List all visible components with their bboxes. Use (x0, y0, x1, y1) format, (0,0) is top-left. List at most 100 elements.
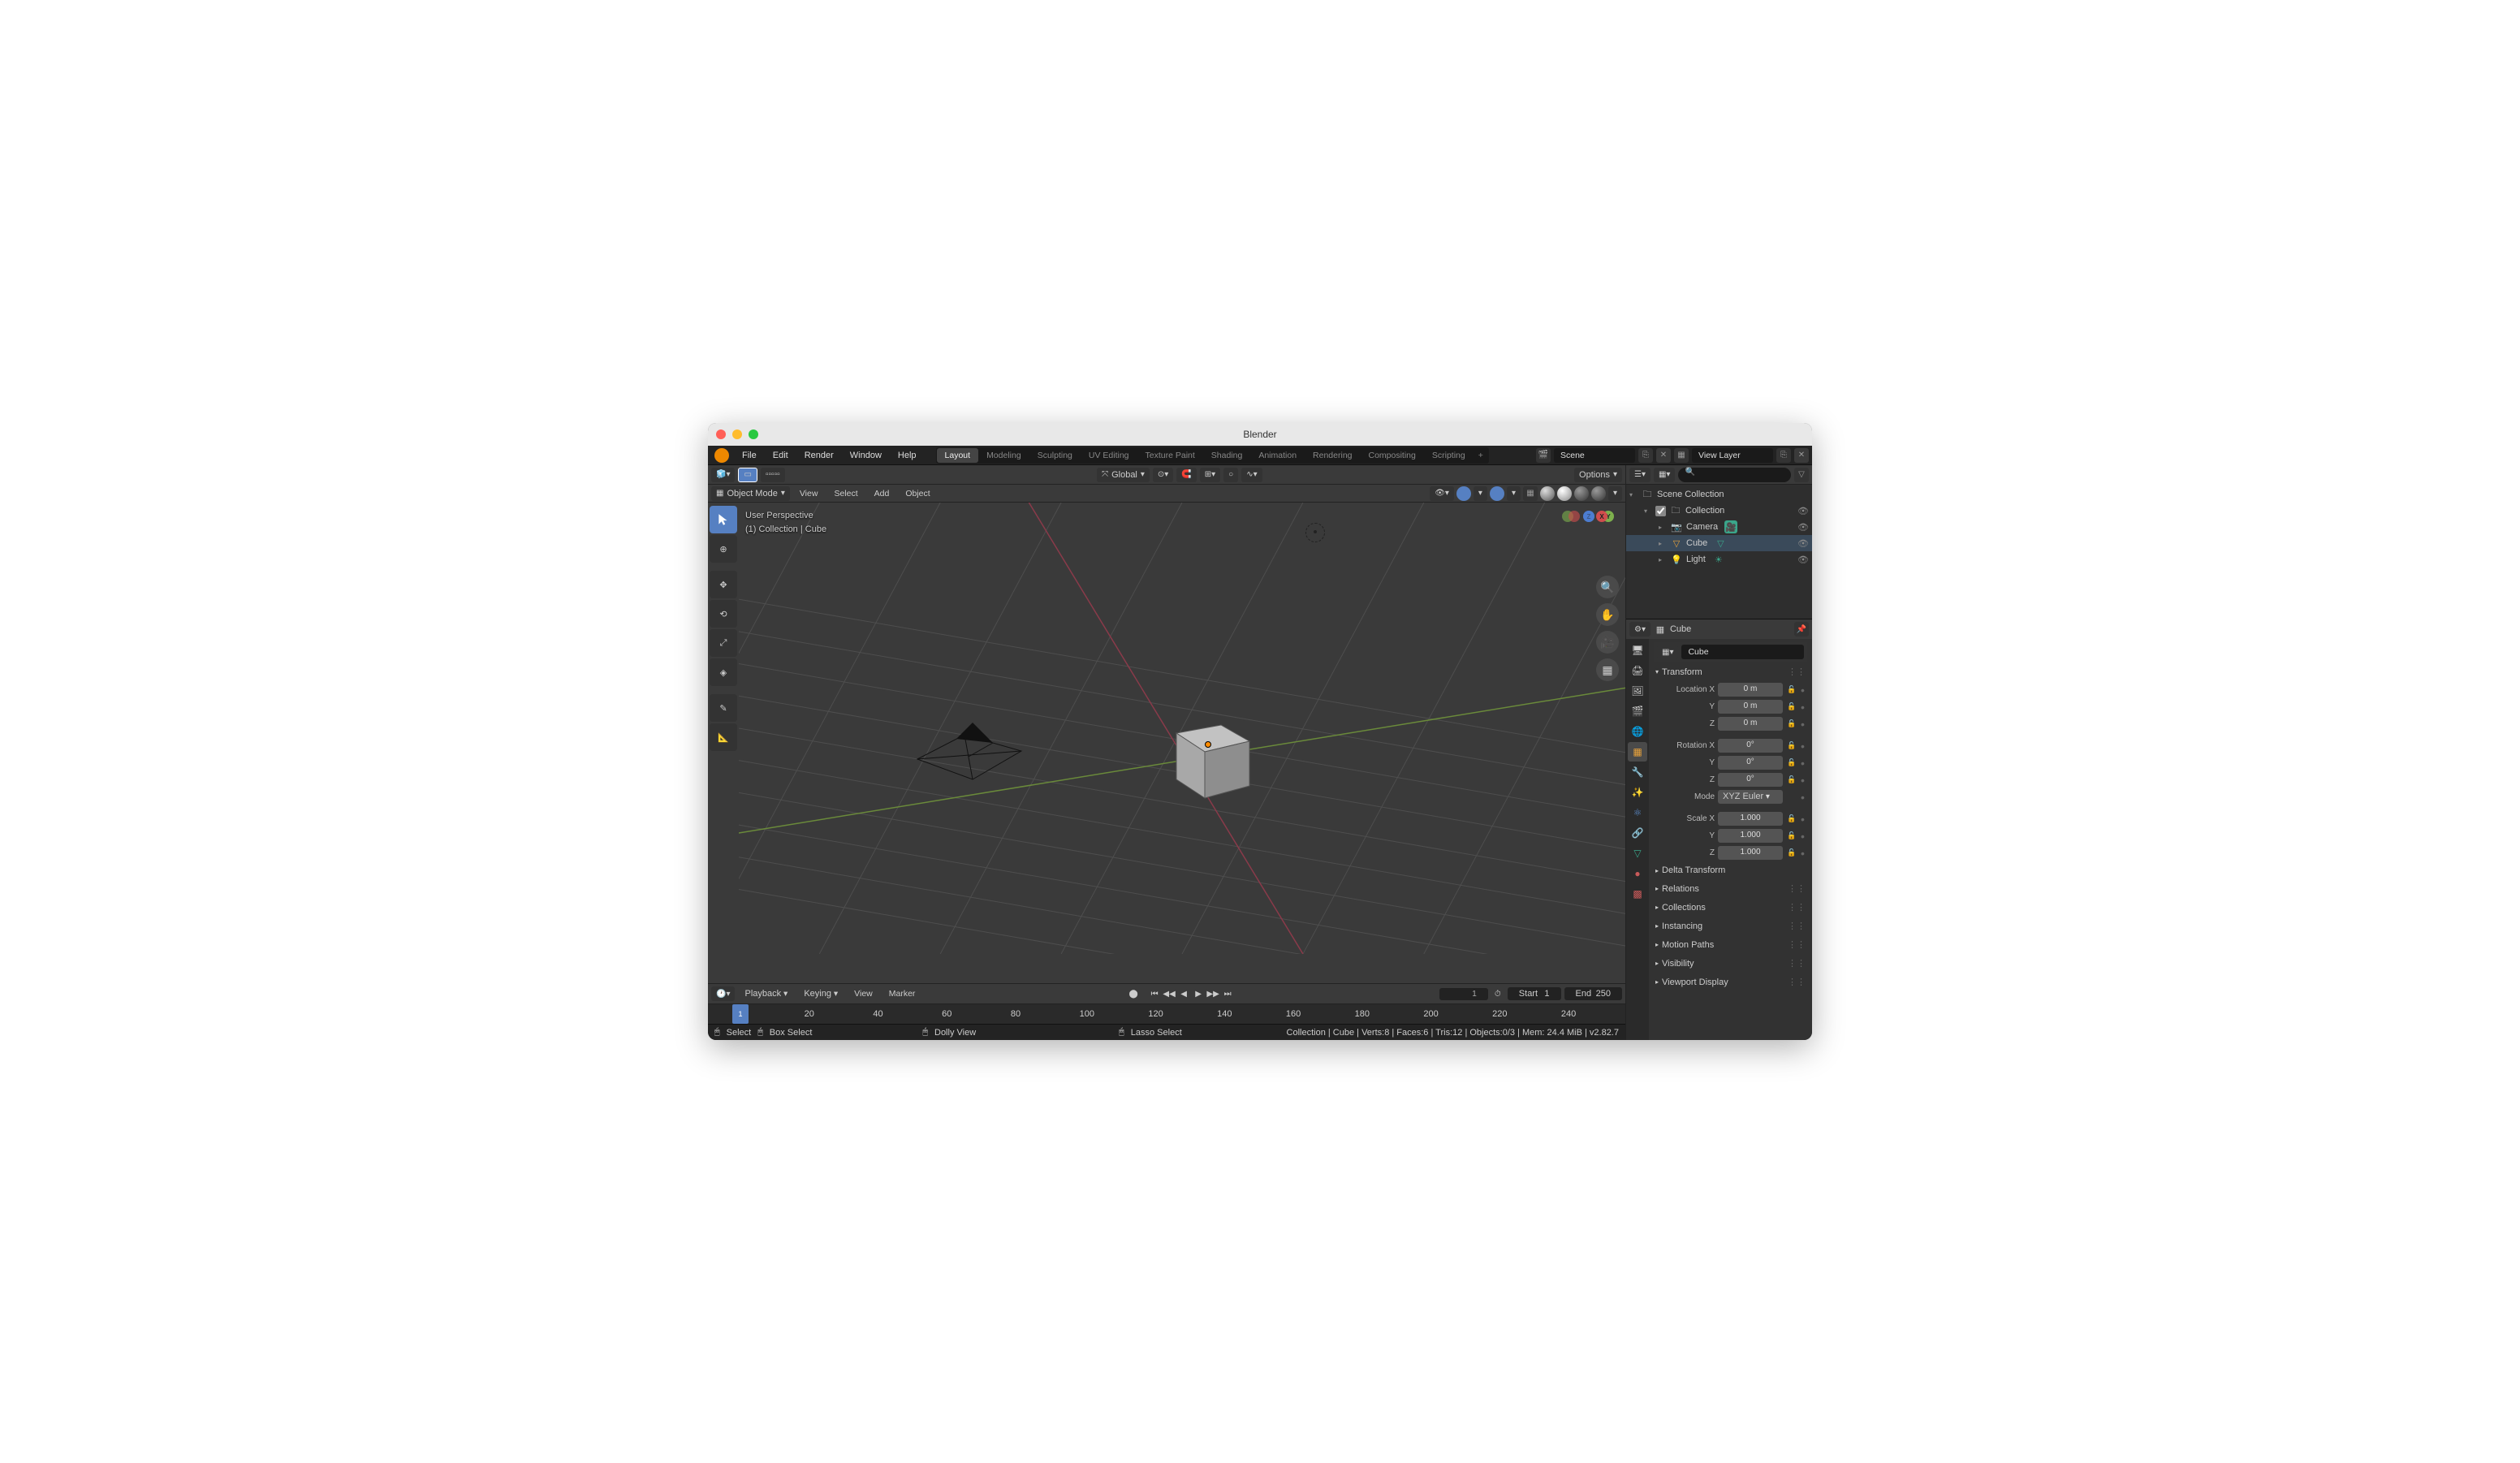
keyframe-dot-icon[interactable]: • (1801, 721, 1807, 727)
current-frame-field[interactable]: 1 (1439, 988, 1488, 1000)
eye-icon[interactable]: 👁 (1797, 506, 1809, 516)
jump-prev-key-icon[interactable]: ◀◀ (1163, 987, 1176, 1000)
ptab-object[interactable]: ▦ (1628, 742, 1647, 762)
lock-icon[interactable]: 🔓 (1786, 702, 1797, 711)
keyframe-dot-icon[interactable]: • (1801, 816, 1807, 822)
panel-relations[interactable]: ▸Relations⋮⋮ (1654, 880, 1807, 897)
keyframe-dot-icon[interactable]: • (1801, 687, 1807, 693)
scale-y-field[interactable]: 1.000 (1718, 829, 1783, 843)
tool-cursor[interactable]: ⊕ (710, 535, 737, 563)
gizmo-toggle[interactable] (1456, 486, 1471, 501)
chevron-down-icon[interactable]: ▾ (1644, 507, 1652, 515)
menu-render[interactable]: Render (798, 449, 840, 462)
timeline-editor-dropdown[interactable]: 🕐▾ (711, 986, 735, 1001)
panel-viewport-display[interactable]: ▸Viewport Display⋮⋮ (1654, 973, 1807, 990)
options-dropdown[interactable]: Options ▾ (1574, 468, 1622, 482)
tab-animation[interactable]: Animation (1250, 448, 1305, 463)
rotation-z-field[interactable]: 0° (1718, 773, 1783, 787)
chevron-right-icon[interactable]: ▸ (1659, 524, 1667, 531)
panel-motion-paths[interactable]: ▸Motion Paths⋮⋮ (1654, 936, 1807, 953)
location-y-field[interactable]: 0 m (1718, 700, 1783, 714)
tab-rendering[interactable]: Rendering (1305, 448, 1360, 463)
scene-new-icon[interactable]: ⎘ (1638, 448, 1653, 463)
viewport-menu-select[interactable]: Select (827, 487, 864, 500)
object-datablock-dropdown[interactable]: ▦▾ (1657, 645, 1678, 659)
zoom-icon[interactable]: 🔍 (1596, 576, 1619, 598)
playhead[interactable]: 1 (732, 1004, 749, 1024)
lock-icon[interactable]: 🔓 (1786, 814, 1797, 823)
mode-dropdown[interactable]: ▦ Object Mode ▾ (711, 486, 790, 501)
tool-move[interactable]: ✥ (710, 571, 737, 598)
proportional-dropdown[interactable]: ∿▾ (1241, 468, 1262, 482)
keyframe-dot-icon[interactable]: • (1801, 850, 1807, 857)
gizmo-x-icon[interactable]: X (1596, 511, 1607, 522)
properties-editor-dropdown[interactable]: ⚙▾ (1629, 622, 1651, 637)
object-name-field[interactable] (1681, 645, 1804, 659)
viewport-menu-add[interactable]: Add (868, 487, 896, 500)
jump-end-icon[interactable]: ⏭ (1221, 987, 1234, 1000)
tab-scripting[interactable]: Scripting (1424, 448, 1474, 463)
scene-browse-icon[interactable]: 🎬 (1536, 448, 1551, 463)
shading-solid[interactable] (1557, 486, 1572, 501)
lock-icon[interactable]: 🔓 (1786, 741, 1797, 750)
tab-layout[interactable]: Layout (937, 448, 979, 463)
lock-icon[interactable]: 🔓 (1786, 758, 1797, 767)
overlay-dropdown[interactable]: ▾ (1507, 486, 1521, 501)
tool-scale[interactable]: ⤢ (710, 629, 737, 657)
outliner-editor-dropdown[interactable]: ☰▾ (1629, 468, 1651, 482)
lock-icon[interactable]: 🔓 (1786, 719, 1797, 728)
keyframe-dot-icon[interactable]: • (1801, 794, 1807, 801)
menu-edit[interactable]: Edit (766, 449, 795, 462)
xray-toggle[interactable]: ▦ (1523, 486, 1538, 501)
panel-transform[interactable]: ▾Transform⋮⋮ (1654, 663, 1807, 680)
visibility-dropdown[interactable]: 👁▾ (1430, 486, 1454, 501)
start-frame-field[interactable]: Start 1 (1508, 987, 1561, 1000)
panel-visibility[interactable]: ▸Visibility⋮⋮ (1654, 955, 1807, 972)
tree-item-cube[interactable]: ▸ ▽ Cube ▽ 👁 (1626, 535, 1812, 551)
snap-toggle[interactable]: 🧲 (1176, 468, 1196, 482)
tab-compositing[interactable]: Compositing (1361, 448, 1424, 463)
chevron-down-icon[interactable]: ▾ (1629, 491, 1638, 498)
timeline-keying[interactable]: Keying ▾ (797, 987, 844, 1000)
ptab-constraints[interactable]: 🔗 (1628, 823, 1647, 843)
chevron-right-icon[interactable]: ▸ (1659, 540, 1667, 547)
ptab-scene[interactable]: 🎬 (1628, 701, 1647, 721)
chevron-right-icon[interactable]: ▸ (1659, 556, 1667, 563)
ptab-particles[interactable]: ✨ (1628, 783, 1647, 802)
maximize-icon[interactable] (749, 429, 758, 439)
viewport-3d[interactable]: User Perspective (1) Collection | Cube (739, 503, 1625, 983)
lock-icon[interactable]: 🔓 (1786, 685, 1797, 694)
viewlayer-browse-icon[interactable]: ▦ (1674, 448, 1689, 463)
viewlayer-new-icon[interactable]: ⎘ (1776, 448, 1791, 463)
shading-matprev[interactable] (1574, 486, 1589, 501)
tree-item-camera[interactable]: ▸ 📷 Camera 🎥 👁 (1626, 519, 1812, 535)
ptab-modifiers[interactable]: 🔧 (1628, 762, 1647, 782)
pan-icon[interactable]: ✋ (1596, 603, 1619, 626)
scale-z-field[interactable]: 1.000 (1718, 846, 1783, 860)
menu-file[interactable]: File (736, 449, 763, 462)
scene-name-field[interactable] (1554, 448, 1635, 463)
ptab-material[interactable]: ● (1628, 864, 1647, 883)
select-mode-group[interactable]: ▫▫▫▫▫ (761, 468, 785, 482)
viewlayer-delete-icon[interactable]: ✕ (1794, 448, 1809, 463)
rotation-y-field[interactable]: 0° (1718, 756, 1783, 770)
viewport-menu-object[interactable]: Object (899, 487, 936, 500)
play-reverse-icon[interactable]: ◀ (1177, 987, 1190, 1000)
tool-rotate[interactable]: ⟲ (710, 600, 737, 628)
tree-item-light[interactable]: ▸ 💡 Light ☀ 👁 (1626, 551, 1812, 568)
outliner-display-dropdown[interactable]: ▦▾ (1654, 468, 1675, 482)
tool-select-box-icon[interactable]: ▭ (738, 468, 757, 482)
orientation-dropdown[interactable]: ⤧ Global ▾ (1097, 468, 1150, 482)
preview-range-icon[interactable]: ⏱ (1491, 987, 1504, 1000)
tab-modeling[interactable]: Modeling (978, 448, 1029, 463)
jump-next-key-icon[interactable]: ▶▶ (1206, 987, 1219, 1000)
collection-enable-checkbox[interactable] (1655, 506, 1666, 516)
panel-delta-transform[interactable]: ▸Delta Transform (1654, 862, 1807, 878)
rotation-mode-dropdown[interactable]: XYZ Euler ▾ (1718, 790, 1783, 804)
tab-sculpting[interactable]: Sculpting (1029, 448, 1081, 463)
ptab-physics[interactable]: ⚛ (1628, 803, 1647, 822)
ptab-mesh[interactable]: ▽ (1628, 844, 1647, 863)
eye-icon[interactable]: 👁 (1797, 522, 1809, 533)
keyframe-dot-icon[interactable]: • (1801, 833, 1807, 839)
end-frame-field[interactable]: End 250 (1564, 987, 1623, 1000)
